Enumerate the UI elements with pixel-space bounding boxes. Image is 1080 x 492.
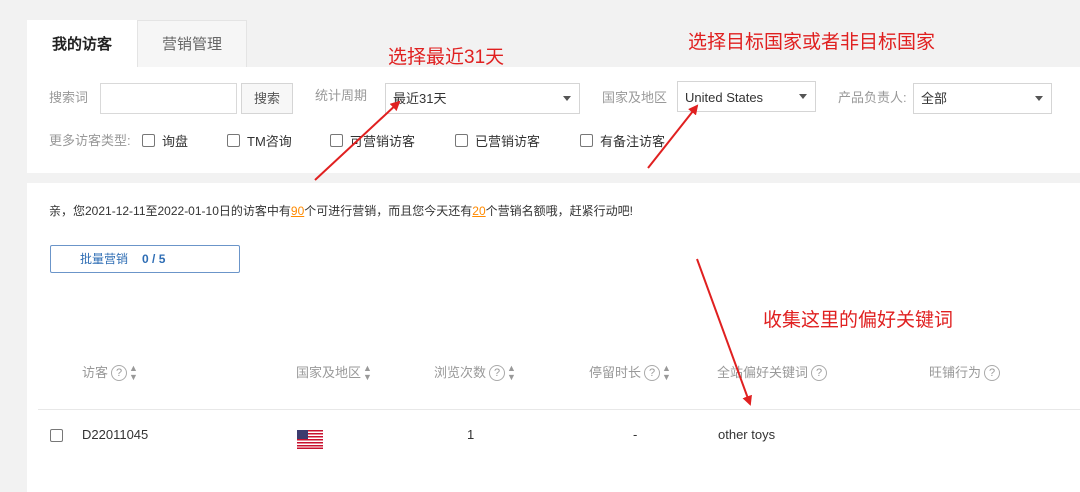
visitor-list-panel: 亲，您2021-12-11至2022-01-10日的访客中有90个可进行营销，而…: [27, 183, 1080, 492]
owner-select[interactable]: 全部: [913, 83, 1052, 114]
tab-bar: 我的访客 营销管理: [27, 20, 247, 68]
tab-marketing-management[interactable]: 营销管理: [137, 20, 247, 68]
table-divider: [38, 409, 1080, 410]
country-label: 国家及地区: [602, 90, 668, 105]
annotation-country: 选择目标国家或者非目标国家: [688, 32, 936, 53]
column-header-country[interactable]: 国家及地区 ▲ ▼: [296, 363, 372, 383]
tab-my-visitors[interactable]: 我的访客: [27, 20, 137, 68]
marketing-notice: 亲，您2021-12-11至2022-01-10日的访客中有90个可进行营销，而…: [49, 204, 633, 218]
checkbox-noted-visitors[interactable]: 有备注访客: [580, 131, 665, 149]
checkbox-marketable-visitors[interactable]: 可营销访客: [330, 131, 415, 149]
help-icon[interactable]: ?: [644, 365, 661, 381]
checkbox-box[interactable]: [142, 133, 155, 147]
batch-marketing-button[interactable]: 批量营销 0 / 5: [50, 245, 240, 273]
column-header-keywords: 全站偏好关键词?: [717, 363, 828, 383]
period-label: 统计周期: [315, 88, 368, 103]
help-icon[interactable]: ?: [984, 365, 1001, 381]
us-flag-icon: [297, 430, 323, 449]
preferred-keywords: other toys: [718, 427, 776, 442]
sort-icon[interactable]: ▲ ▼: [363, 364, 372, 382]
sort-icon[interactable]: ▲ ▼: [507, 364, 516, 382]
help-icon[interactable]: ?: [811, 365, 828, 381]
filter-panel: 搜索词 搜索 统计周期 最近31天 国家及地区 United States 产品…: [27, 67, 1080, 173]
annotation-period: 选择最近31天: [388, 47, 505, 68]
search-button[interactable]: 搜索: [241, 83, 293, 114]
checkbox-marketed-visitors[interactable]: 已营销访客: [455, 131, 540, 149]
row-checkbox[interactable]: [50, 429, 63, 442]
checkbox-box[interactable]: [227, 133, 240, 147]
checkbox-box[interactable]: [580, 133, 593, 147]
chevron-down-icon: [799, 94, 807, 99]
checkbox-inquiry[interactable]: 询盘: [142, 131, 188, 149]
column-header-views[interactable]: 浏览次数? ▲ ▼: [434, 363, 516, 383]
annotation-keywords: 收集这里的偏好关键词: [763, 310, 954, 331]
quota-count[interactable]: 20: [472, 204, 485, 218]
checkbox-box[interactable]: [330, 133, 343, 147]
help-icon[interactable]: ?: [111, 365, 128, 381]
owner-label: 产品负责人:: [838, 90, 907, 105]
more-types-label: 更多访客类型:: [49, 133, 131, 148]
owner-value: 全部: [921, 91, 948, 106]
search-label: 搜索词: [49, 90, 89, 105]
column-header-visitor[interactable]: 访客? ▲ ▼: [82, 363, 138, 383]
country-value: United States: [685, 90, 764, 105]
search-input[interactable]: [100, 83, 237, 114]
help-icon[interactable]: ?: [489, 365, 506, 381]
checkbox-tm-consult[interactable]: TM咨询: [227, 131, 292, 149]
duration-value: -: [633, 427, 638, 442]
views-count: 1: [467, 427, 475, 442]
column-header-duration[interactable]: 停留时长? ▲ ▼: [589, 363, 671, 383]
sort-icon[interactable]: ▲ ▼: [662, 364, 671, 382]
chevron-down-icon: [563, 96, 571, 101]
batch-count: 0 / 5: [142, 252, 166, 266]
period-value: 最近31天: [393, 91, 447, 106]
marketable-count[interactable]: 90: [291, 204, 304, 218]
visitor-id[interactable]: D22011045: [82, 427, 148, 443]
country-select[interactable]: United States: [677, 81, 816, 112]
period-select[interactable]: 最近31天: [385, 83, 580, 114]
column-header-store-behavior: 旺铺行为?: [929, 363, 1001, 383]
chevron-down-icon: [1035, 96, 1043, 101]
checkbox-box[interactable]: [455, 133, 468, 147]
sort-icon[interactable]: ▲ ▼: [129, 364, 138, 382]
